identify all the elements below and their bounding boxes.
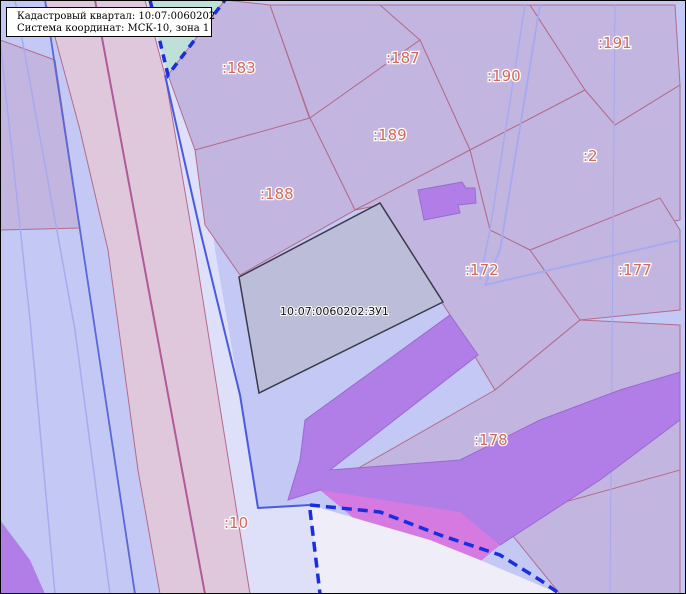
label-parcel-2: :2 — [583, 147, 598, 165]
map-canvas[interactable]: :183 :187 :190 :191 :189 :2 :188 :172 :1… — [0, 0, 686, 594]
label-parcel-190: :190 — [487, 67, 521, 85]
info-quarter: Кадастровый квартал: 10:07:0060202 — [17, 11, 216, 22]
label-main-parcel: 10:07:0060202:ЗУ1 — [280, 305, 389, 318]
label-parcel-183: :183 — [222, 59, 256, 77]
label-parcel-10: :10 — [224, 514, 248, 532]
label-parcel-187: :187 — [386, 49, 420, 67]
label-parcel-177: :177 — [618, 261, 652, 279]
info-box: Кадастровый квартал: 10:07:0060202 Систе… — [6, 7, 216, 37]
label-parcel-178: :178 — [474, 431, 508, 449]
label-parcel-172: :172 — [465, 261, 499, 279]
label-parcel-191: :191 — [598, 34, 632, 52]
cadastral-map[interactable]: :183 :187 :190 :191 :189 :2 :188 :172 :1… — [0, 0, 686, 594]
label-parcel-188: :188 — [260, 185, 294, 203]
info-coord-system: Система координат: МСК-10, зона 1 — [17, 23, 210, 34]
label-parcel-189: :189 — [373, 126, 407, 144]
